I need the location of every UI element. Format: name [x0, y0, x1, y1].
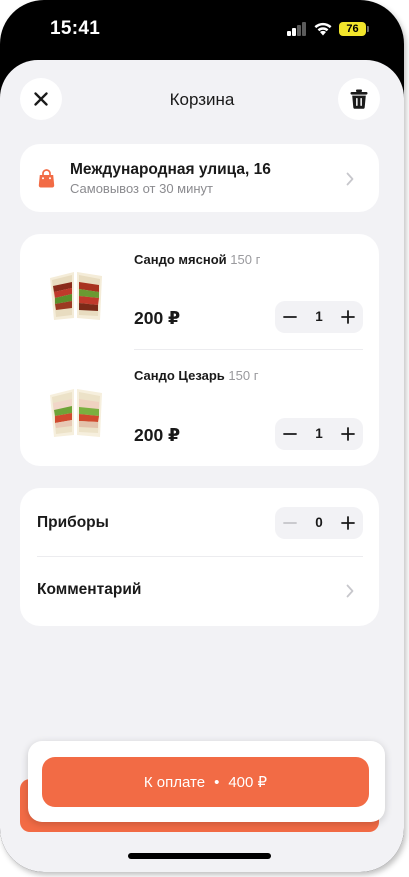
quantity-stepper: 1: [275, 418, 363, 450]
item-price: 200 ₽: [134, 425, 181, 445]
clear-cart-button[interactable]: [338, 78, 380, 120]
comment-label: Комментарий: [37, 581, 142, 598]
trash-icon: [350, 89, 368, 109]
chevron-right-icon: [346, 172, 354, 186]
item-divider: [134, 349, 363, 350]
sando-meat-image[interactable]: [44, 264, 110, 326]
cart-items-card: Сандо мясной 150 г 200 ₽ 1 Сандо Цезарь …: [20, 234, 379, 466]
checkout-panel: К оплате • 400 ₽: [28, 741, 385, 822]
checkout-total: 400 ₽: [228, 774, 268, 791]
order-extras-card: Приборы 0 Комментарий: [20, 488, 379, 626]
item-name: Сандо мясной: [134, 252, 227, 267]
sando-caesar-image[interactable]: [44, 381, 110, 443]
comment-row[interactable]: Комментарий: [20, 557, 379, 626]
quantity-value: 1: [315, 309, 323, 324]
quantity-value: 0: [315, 515, 323, 530]
wifi-icon: [314, 22, 332, 36]
chevron-right-icon: [346, 584, 354, 598]
pickup-address: Международная улица, 16: [70, 161, 271, 178]
decrease-button[interactable]: [275, 418, 305, 450]
battery-icon: 76: [339, 22, 369, 36]
increase-button[interactable]: [333, 507, 363, 539]
quantity-value: 1: [315, 426, 323, 441]
minus-icon: [283, 522, 297, 524]
item-title: Сандо Цезарь 150 г: [134, 368, 258, 383]
status-bar: 15:41 76: [0, 0, 404, 60]
minus-icon: [283, 316, 297, 318]
home-indicator: [128, 853, 271, 859]
item-weight: 150 г: [230, 252, 261, 267]
cellular-signal-icon: [287, 22, 307, 36]
phone-frame: 15:41 76 Корзина Международная улица, 16…: [0, 0, 404, 872]
decrease-button[interactable]: [275, 301, 305, 333]
shopping-bag-icon: [38, 169, 55, 188]
checkout-separator: •: [214, 773, 220, 791]
plus-icon: [341, 427, 355, 441]
minus-icon: [283, 433, 297, 435]
pickup-address-card[interactable]: Международная улица, 16 Самовывоз от 30 …: [20, 144, 379, 212]
decrease-button[interactable]: [275, 507, 305, 539]
item-title: Сандо мясной 150 г: [134, 252, 260, 267]
increase-button[interactable]: [333, 418, 363, 450]
checkout-button[interactable]: К оплате • 400 ₽: [42, 757, 369, 807]
item-weight: 150 г: [228, 368, 259, 383]
increase-button[interactable]: [333, 301, 363, 333]
plus-icon: [341, 516, 355, 530]
item-name: Сандо Цезарь: [134, 368, 225, 383]
status-time: 15:41: [50, 18, 101, 39]
checkout-label: К оплате: [143, 773, 206, 791]
cutlery-label: Приборы: [37, 514, 109, 531]
pickup-time: Самовывоз от 30 минут: [70, 181, 214, 196]
quantity-stepper: 1: [275, 301, 363, 333]
plus-icon: [341, 310, 355, 324]
cutlery-stepper: 0: [275, 507, 363, 539]
item-price: 200 ₽: [134, 308, 181, 328]
cart-screen: Корзина Международная улица, 16 Самовыво…: [0, 60, 404, 872]
